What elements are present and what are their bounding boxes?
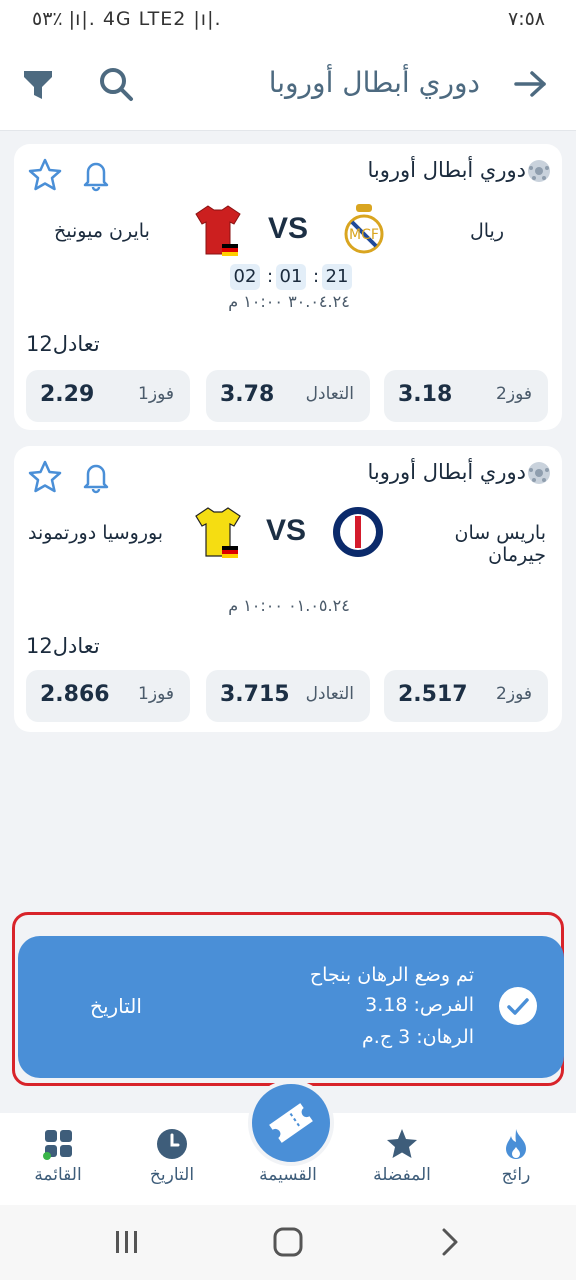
match-card[interactable]: دوري أبطال أوروبا باريس سان جيرمان VS بو… [14,446,562,732]
search-icon[interactable] [94,62,138,106]
toast-title: تم وضع الرهان بنجاح [309,964,474,986]
odd-button-away[interactable]: 2.517 فوز2 [384,670,548,722]
app-bar: دوري أبطال أوروبا [0,40,576,131]
svg-text:MCF: MCF [349,227,379,243]
odd-label: فوز1 [138,684,174,704]
nav-trending[interactable]: رائج [466,1113,566,1205]
timer-separator: : [266,266,274,287]
match-date: ٣٠.٠٤.٢٤ ١٠:٠٠ م [228,292,350,311]
recent-apps-icon[interactable] [110,1227,144,1257]
bell-icon[interactable] [78,156,114,192]
psg-crest-icon [333,507,383,557]
flame-icon [506,1129,526,1159]
league-name: دوري أبطال أوروبا [367,158,526,182]
nav-coupon-label: القسيمة [259,1165,317,1185]
back-chevron-icon[interactable] [434,1225,464,1259]
soccer-ball-icon [528,462,550,484]
odd-button-draw[interactable]: 3.715 التعادل [206,670,370,722]
status-time: ٧:٥٨ [508,8,546,30]
market-label: 1تعادل2 [26,634,100,658]
system-nav-bar [0,1205,576,1280]
nav-history-label: التاريخ [149,1165,195,1185]
toast-odds: الفرص: 3.18 [365,994,474,1016]
coupon-button[interactable] [248,1080,334,1166]
odd-label: التعادل [305,384,354,404]
ticket-icon [269,1103,313,1143]
match-card[interactable]: دوري أبطال أوروبا ريال MCF VS بايرن ميون… [14,144,562,430]
status-bar: ٥٣٪ |ı|. 4G LTE2 |ı|. ٧:٥٨ [0,0,576,40]
match-date: ٠١.٠٥.٢٤ ١٠:٠٠ م [228,596,350,615]
check-circle-icon [499,987,537,1025]
star-filled-icon [387,1129,417,1158]
market-label: 1تعادل2 [26,332,100,356]
home-team-name: ريال [469,220,504,242]
clock-icon [157,1129,187,1159]
home-team-name: باريس سان جيرمان [454,522,546,566]
versus-label: VS [267,212,309,245]
timer-hours: 21 [322,264,352,290]
page-title: دوري أبطال أوروبا [268,66,480,99]
toast-stake: الرهان: 3 ج.م [362,1026,474,1048]
star-icon[interactable] [26,156,64,194]
odd-button-away[interactable]: 3.18 فوز2 [384,370,548,422]
bet-success-toast: تم وضع الرهان بنجاح الفرص: 3.18 الرهان: … [18,936,564,1078]
timer-seconds: 02 [230,264,260,290]
jersey-icon [195,507,241,558]
odd-label: التعادل [305,684,354,704]
status-icons: ٥٣٪ |ı|. 4G LTE2 |ı|. [32,8,222,30]
odd-label: فوز2 [496,684,532,704]
league-name: دوري أبطال أوروبا [367,460,526,484]
nav-menu[interactable]: القائمة [8,1113,108,1205]
jersey-icon [195,205,241,256]
grid-menu-icon [43,1130,72,1160]
star-icon[interactable] [26,458,64,496]
nav-history[interactable]: التاريخ [122,1113,222,1205]
away-team-name: بوروسيا دورتموند [28,522,164,544]
odd-button-draw[interactable]: 3.78 التعادل [206,370,370,422]
odd-button-home[interactable]: 2.29 فوز1 [26,370,190,422]
home-icon[interactable] [270,1225,306,1259]
nav-favorites[interactable]: المفضلة [352,1113,452,1205]
timer-separator: : [312,266,320,287]
nav-favorites-label: المفضلة [373,1165,431,1185]
odd-button-home[interactable]: 2.866 فوز1 [26,670,190,722]
bell-icon[interactable] [78,458,114,494]
filter-icon[interactable] [16,62,60,106]
toast-history-link[interactable]: التاريخ [66,994,166,1022]
soccer-ball-icon [528,160,550,182]
timer-minutes: 01 [276,264,306,290]
versus-label: VS [265,514,307,547]
odd-label: فوز1 [138,384,174,404]
real-madrid-crest-icon: MCF [344,204,384,254]
away-team-name: بايرن ميونيخ [54,220,150,242]
countdown-timer: 21 : 01 : 02 [224,264,354,290]
nav-menu-label: القائمة [34,1165,82,1185]
nav-trending-label: رائج [501,1165,531,1185]
back-arrow-icon[interactable] [508,62,552,106]
odd-label: فوز2 [496,384,532,404]
